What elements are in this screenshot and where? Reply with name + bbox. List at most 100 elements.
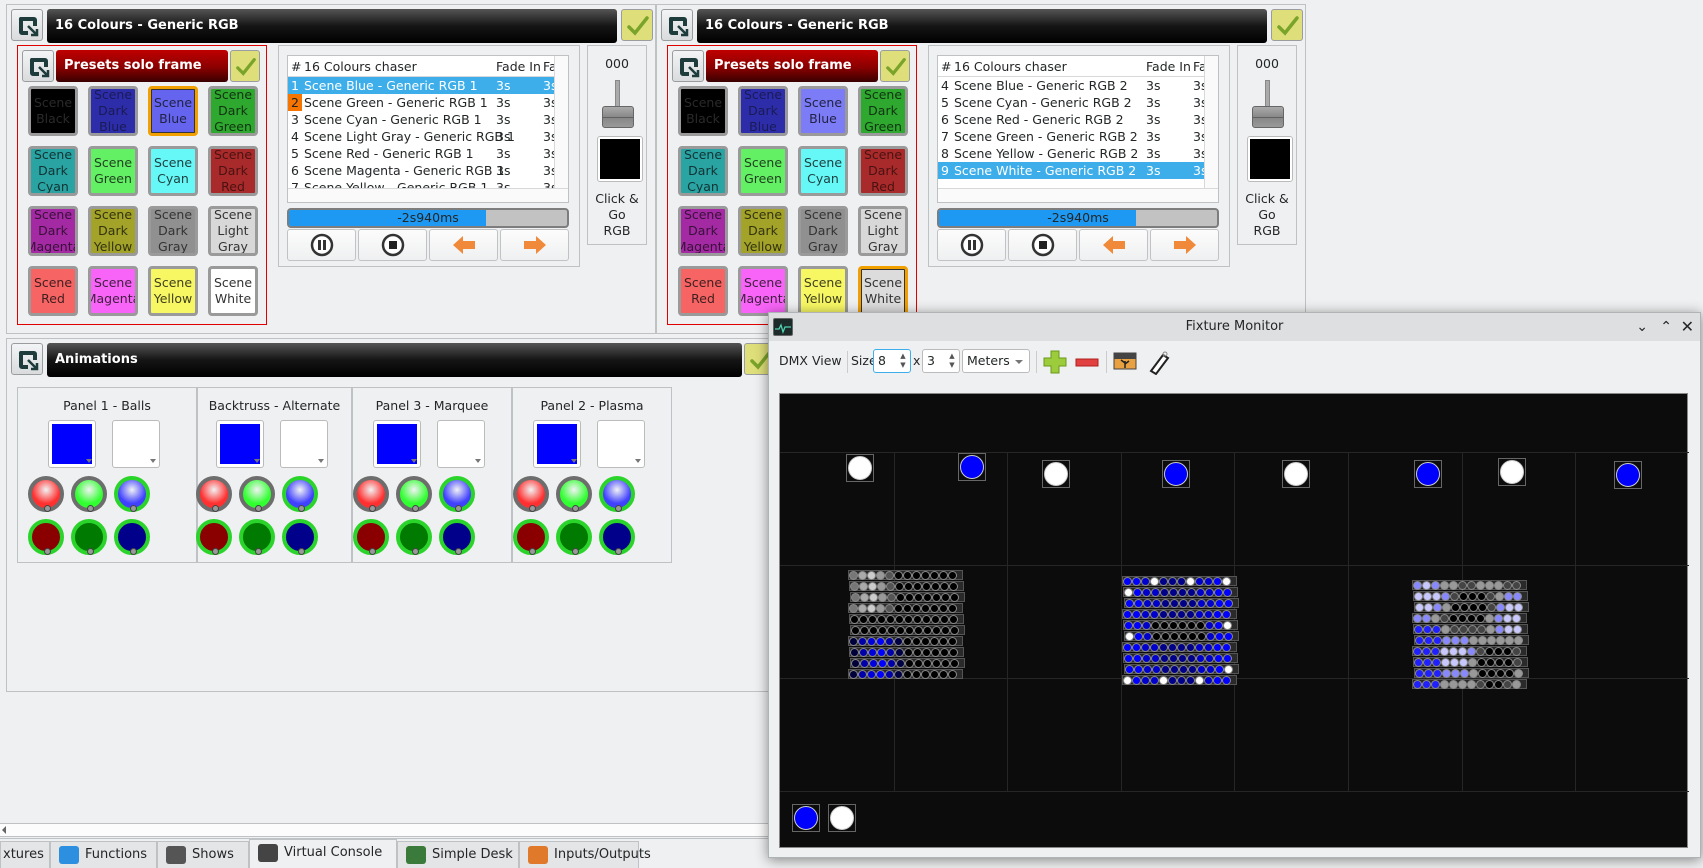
remove-fixture-button[interactable]: [1075, 350, 1099, 374]
fixture-rgb-single[interactable]: [846, 454, 874, 482]
show-labels-button[interactable]: [1147, 349, 1171, 376]
slider-handle[interactable]: [1252, 106, 1284, 128]
tab-functions[interactable]: Functions: [50, 841, 157, 868]
scene-button[interactable]: Scene Blue: [798, 86, 848, 136]
minimize-icon[interactable]: ⌄: [1636, 313, 1648, 341]
color-knob[interactable]: [71, 519, 107, 555]
color-knob[interactable]: [556, 476, 592, 512]
frame-collapse-button[interactable]: [661, 9, 693, 41]
tab-simple-desk[interactable]: Simple Desk: [397, 841, 519, 868]
cue-list-table[interactable]: # 16 Colours chaser Fade In Fa 1 Scene Bl…: [287, 55, 569, 203]
click-and-go-color-button[interactable]: [1247, 136, 1293, 182]
scene-button[interactable]: Scene Cyan: [148, 146, 198, 196]
cue-list-row[interactable]: 5Scene Red - Generic RGB 13s3s: [288, 145, 556, 162]
fixture-monitor-canvas[interactable]: [779, 393, 1689, 848]
color-knob[interactable]: [599, 476, 635, 512]
fixture-rgb-single[interactable]: [1282, 460, 1310, 488]
cue-list-row[interactable]: 3Scene Cyan - Generic RGB 13s3s: [288, 111, 556, 128]
col-fade-in[interactable]: Fade In: [1146, 59, 1191, 74]
color-knob[interactable]: [114, 519, 150, 555]
fixture-rgb-single[interactable]: [1042, 460, 1070, 488]
cue-list-row[interactable]: 9Scene White - Generic RGB 23s3s: [938, 162, 1206, 179]
fixture-rgb-matrix[interactable]: [848, 570, 966, 680]
fixture-rgb-matrix[interactable]: [1122, 576, 1240, 686]
scene-button[interactable]: Scene Dark Blue: [738, 86, 788, 136]
scene-button[interactable]: Scene Yellow: [798, 266, 848, 316]
color-knob[interactable]: [396, 476, 432, 512]
dmx-view-button[interactable]: DMX View: [779, 353, 842, 368]
color-knob[interactable]: [195, 519, 232, 555]
add-fixture-button[interactable]: [1043, 350, 1067, 374]
main-horizontal-scrollbar[interactable]: [0, 823, 780, 837]
horizontal-scrollbar[interactable]: [938, 188, 1218, 202]
horizontal-scrollbar[interactable]: [288, 188, 568, 202]
secondary-color-button[interactable]: [112, 420, 160, 468]
scene-button[interactable]: Scene Dark Magenta: [28, 206, 78, 256]
vertical-scrollbar[interactable]: [554, 56, 568, 190]
previous-cue-button[interactable]: [1079, 229, 1148, 261]
color-knob[interactable]: [396, 519, 432, 555]
scene-button[interactable]: Scene Magenta: [738, 266, 788, 316]
spin-arrows-icon[interactable]: ▲ ▼: [947, 352, 957, 370]
scene-button[interactable]: Scene Dark Green: [858, 86, 908, 136]
fixture-rgb-single[interactable]: [828, 804, 856, 832]
cue-list-row[interactable]: 5Scene Cyan - Generic RGB 23s3s: [938, 94, 1206, 111]
fixture-rgb-single[interactable]: [1614, 461, 1642, 489]
click-and-go-color-button[interactable]: [597, 136, 643, 182]
color-knob[interactable]: [28, 519, 64, 555]
grid-height-spinbox[interactable]: 3 ▲ ▼: [922, 349, 960, 373]
frame-collapse-button[interactable]: [11, 343, 43, 375]
close-icon[interactable]: ✕: [1681, 313, 1694, 341]
primary-color-button[interactable]: [533, 420, 581, 468]
cue-list-row[interactable]: 7Scene Green - Generic RGB 23s3s: [938, 128, 1206, 145]
cue-list-row[interactable]: 4Scene Blue - Generic RGB 23s3s: [938, 77, 1206, 94]
secondary-color-button[interactable]: [597, 420, 645, 468]
fixture-rgb-single[interactable]: [958, 453, 986, 481]
cue-list-row[interactable]: 1Scene Blue - Generic RGB 13s3s: [288, 77, 556, 94]
scene-button[interactable]: Scene Red: [678, 266, 728, 316]
col-index[interactable]: #: [941, 59, 951, 74]
scene-button[interactable]: Scene Dark Red: [858, 146, 908, 196]
color-knob[interactable]: [353, 476, 389, 512]
color-knob[interactable]: [439, 476, 475, 512]
primary-color-button[interactable]: [373, 420, 421, 468]
fixture-rgb-matrix[interactable]: [1412, 580, 1530, 690]
color-knob[interactable]: [281, 519, 318, 555]
scene-button[interactable]: Scene Dark Gray: [148, 206, 198, 256]
fixture-rgb-single[interactable]: [792, 804, 820, 832]
color-knob[interactable]: [353, 519, 389, 555]
vertical-scrollbar[interactable]: [1204, 56, 1218, 190]
background-image-button[interactable]: [1113, 352, 1137, 372]
cue-list-table[interactable]: # 16 Colours chaser Fade In Fa 4 Scene Bl…: [937, 55, 1219, 203]
color-knob[interactable]: [281, 476, 318, 512]
scene-button[interactable]: Scene Green: [88, 146, 138, 196]
color-knob[interactable]: [28, 476, 64, 512]
scene-button[interactable]: Scene Dark Cyan: [28, 146, 78, 196]
color-knob[interactable]: [513, 476, 549, 512]
cue-list-row[interactable]: 8Scene Yellow - Generic RGB 23s3s: [938, 145, 1206, 162]
maximize-icon[interactable]: ⌃: [1660, 313, 1672, 341]
scroll-left-icon[interactable]: [2, 826, 6, 834]
fixture-rgb-single[interactable]: [1498, 458, 1526, 486]
tab-xtures[interactable]: xtures: [0, 841, 50, 868]
scene-button[interactable]: Scene Black: [28, 86, 78, 136]
previous-cue-button[interactable]: [429, 229, 498, 261]
window-titlebar[interactable]: Fixture Monitor ⌄ ⌃ ✕: [769, 313, 1700, 341]
grid-width-spinbox[interactable]: 8 ▲ ▼: [873, 349, 911, 373]
color-knob[interactable]: [195, 476, 232, 512]
secondary-color-button[interactable]: [279, 420, 328, 468]
scene-button[interactable]: Scene Dark Gray: [798, 206, 848, 256]
color-knob[interactable]: [71, 476, 107, 512]
cue-list-row[interactable]: 6Scene Magenta - Generic RGB 13s3s: [288, 162, 556, 179]
scene-button[interactable]: Scene Black: [678, 86, 728, 136]
scene-button[interactable]: Scene Light Gray: [208, 206, 258, 256]
col-name[interactable]: 16 Colours chaser: [304, 59, 417, 74]
fixture-rgb-single[interactable]: [1162, 460, 1190, 488]
fixture-rgb-single[interactable]: [1414, 460, 1442, 488]
color-knob[interactable]: [556, 519, 592, 555]
scene-button[interactable]: Scene Dark Green: [208, 86, 258, 136]
scene-button[interactable]: Scene Magenta: [88, 266, 138, 316]
pause-button[interactable]: [937, 229, 1006, 261]
scene-button[interactable]: Scene Dark Magenta: [678, 206, 728, 256]
primary-color-button[interactable]: [48, 420, 96, 468]
